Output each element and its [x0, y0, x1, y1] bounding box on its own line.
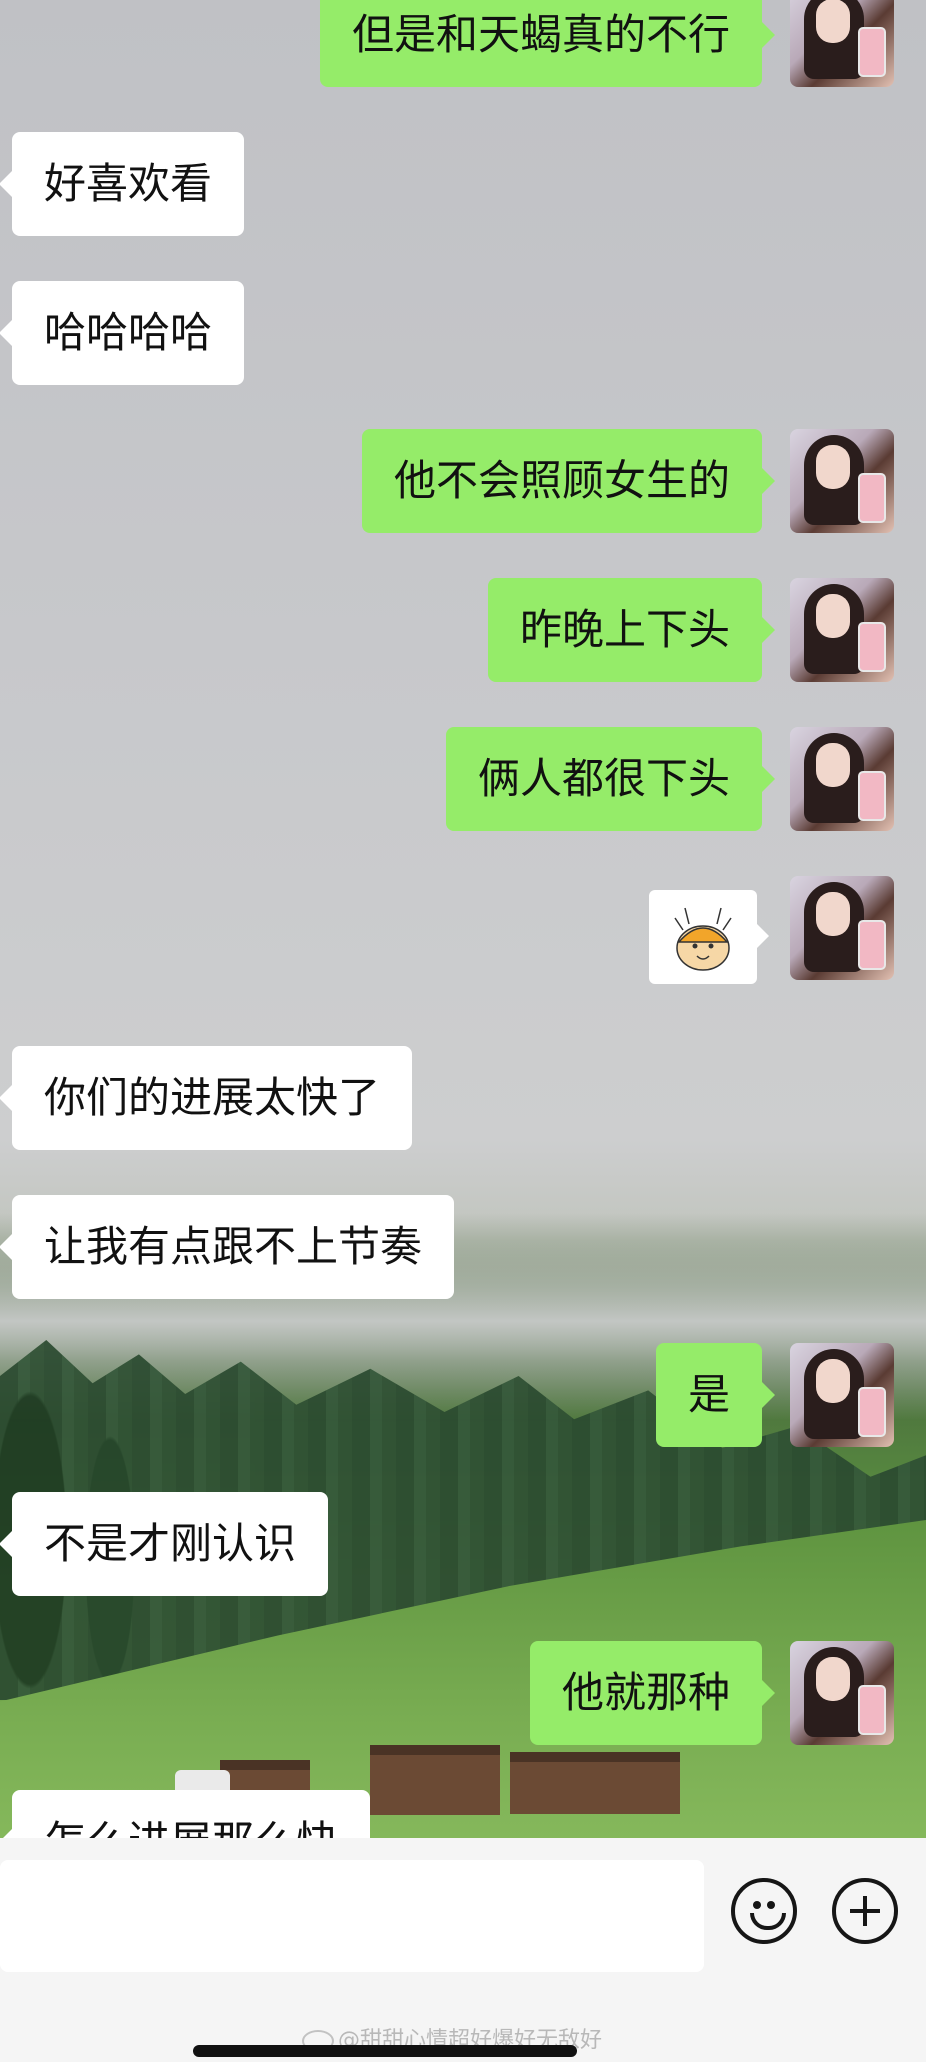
- message-received[interactable]: 让我有点跟不上节奏: [0, 1195, 455, 1299]
- smiley-icon[interactable]: [731, 1878, 797, 1944]
- avatar[interactable]: [790, 1641, 894, 1745]
- message-bubble[interactable]: 哈哈哈哈: [0, 281, 245, 385]
- input-bar: @甜甜心情超好爆好无敌好: [0, 1838, 926, 2062]
- message-sent-sticker[interactable]: [649, 890, 769, 984]
- message-sent[interactable]: 他不会照顾女生的: [361, 429, 776, 533]
- message-sent[interactable]: 昨晚上下头: [487, 578, 776, 682]
- message-received[interactable]: 你们的进展太快了: [0, 1046, 413, 1150]
- message-received[interactable]: 好喜欢看: [0, 132, 245, 236]
- shiba-dog-sticker-icon: [674, 907, 732, 971]
- message-bubble[interactable]: 但是和天蝎真的不行: [319, 0, 776, 87]
- background-car: [175, 1770, 230, 1792]
- message-bubble[interactable]: 好喜欢看: [0, 132, 245, 236]
- message-bubble[interactable]: 让我有点跟不上节奏: [0, 1195, 455, 1299]
- message-received[interactable]: 怎么进展那么快: [0, 1790, 371, 1838]
- chat-area: 但是和天蝎真的不行 好喜欢看 哈哈哈哈 他不会照顾女生的 昨晚上下头 俩人都很下…: [0, 0, 926, 1838]
- message-sent[interactable]: 他就那种: [529, 1641, 776, 1745]
- message-input[interactable]: [0, 1860, 704, 1972]
- message-bubble[interactable]: 他不会照顾女生的: [361, 429, 776, 533]
- message-bubble[interactable]: 怎么进展那么快: [0, 1790, 371, 1838]
- message-sent[interactable]: 是: [655, 1343, 776, 1447]
- plus-circle-icon[interactable]: [832, 1878, 898, 1944]
- home-indicator[interactable]: [193, 2045, 577, 2057]
- message-bubble[interactable]: 是: [655, 1343, 776, 1447]
- message-bubble[interactable]: 你们的进展太快了: [0, 1046, 413, 1150]
- message-sent[interactable]: 俩人都很下头: [445, 727, 776, 831]
- avatar[interactable]: [790, 429, 894, 533]
- message-bubble[interactable]: 俩人都很下头: [445, 727, 776, 831]
- background-cabin: [370, 1745, 500, 1815]
- message-received[interactable]: 不是才刚认识: [0, 1492, 329, 1596]
- message-bubble[interactable]: 他就那种: [529, 1641, 776, 1745]
- message-bubble[interactable]: 昨晚上下头: [487, 578, 776, 682]
- sticker-bubble[interactable]: [649, 890, 769, 984]
- background-cabin: [510, 1752, 680, 1814]
- message-received[interactable]: 哈哈哈哈: [0, 281, 245, 385]
- avatar[interactable]: [790, 578, 894, 682]
- message-bubble[interactable]: 不是才刚认识: [0, 1492, 329, 1596]
- message-sent[interactable]: 但是和天蝎真的不行: [319, 0, 776, 87]
- avatar[interactable]: [790, 0, 894, 87]
- avatar[interactable]: [790, 876, 894, 980]
- avatar[interactable]: [790, 727, 894, 831]
- avatar[interactable]: [790, 1343, 894, 1447]
